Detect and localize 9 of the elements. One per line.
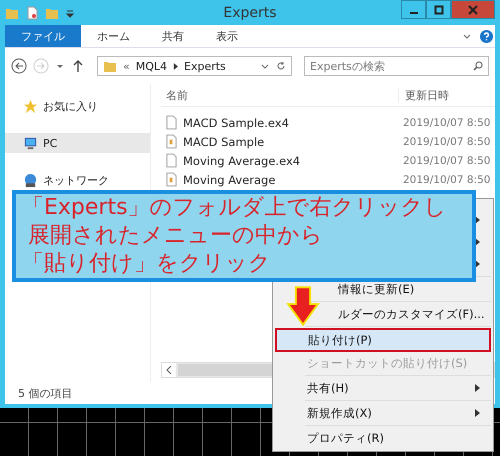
modified-date: 2019/10/07 8:50 — [403, 154, 492, 166]
window-title: Experts — [222, 4, 278, 20]
instruction-text: 「Experts」のフォルダ上で右クリックし — [22, 194, 447, 222]
modified-date: 2019/10/07 8:50 — [403, 174, 492, 186]
modified-date: 2019/10/07 8:50 — [403, 136, 492, 148]
instruction-text: 展開されたメニューの中から — [27, 222, 323, 250]
instruction-text: 「貼り付け」をクリック — [22, 250, 271, 278]
modified-date: 2019/10/07 8:50 — [403, 116, 492, 128]
item-count: 5 個の項目 — [18, 386, 72, 400]
